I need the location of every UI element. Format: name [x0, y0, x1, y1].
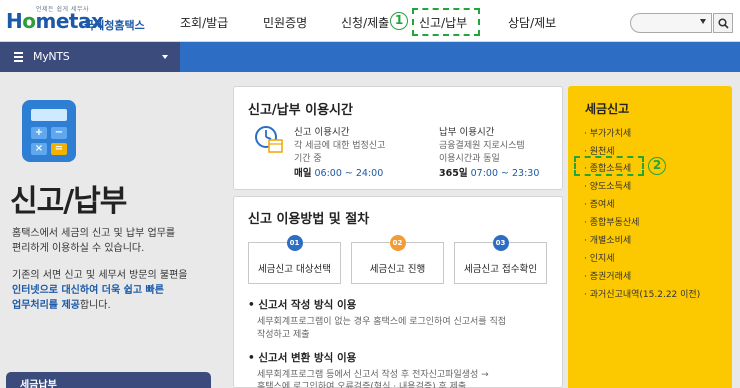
- link-income-tax[interactable]: · 종합소득세: [584, 161, 631, 174]
- tax-payment-menu[interactable]: 세금납부: [6, 372, 211, 388]
- tax-report-title: 세금신고: [585, 102, 630, 116]
- chevron-down-icon[interactable]: [700, 19, 706, 24]
- step-2-label: 세금신고 진행: [369, 264, 426, 275]
- nav-application[interactable]: 신청/제출: [341, 14, 389, 31]
- link-comprehensive-real-estate-tax[interactable]: · 종합부동산세: [584, 215, 639, 228]
- link-stamp-tax[interactable]: · 인지세: [584, 251, 615, 264]
- logo-subtitle: 국세청홈택스: [84, 19, 145, 32]
- intro-text-line-5: 업무처리를 제공합니다.: [12, 300, 111, 311]
- search-icon: [718, 18, 729, 29]
- mynts-menu[interactable]: MyNTS: [0, 42, 180, 72]
- blue-banner: [180, 42, 740, 72]
- method-1-title: • 신고서 작성 방식 이용: [248, 299, 357, 311]
- nav-inquiry[interactable]: 조회/발급: [180, 14, 228, 31]
- annotation-marker-1: 1: [390, 12, 408, 30]
- step-2-number: 02: [389, 235, 406, 251]
- link-gift-tax[interactable]: · 증여세: [584, 197, 615, 210]
- tax-payment-label: 세금납부: [20, 380, 57, 388]
- nav-certificates[interactable]: 민원증명: [263, 14, 307, 31]
- link-individual-consumption-tax[interactable]: · 개별소비세: [584, 233, 631, 246]
- calculator-icon: + − × =: [22, 100, 76, 162]
- payment-time-desc-1: 금융결제원 지로시스템: [439, 141, 525, 151]
- usage-time-title: 신고/납부 이용시간: [248, 103, 353, 118]
- payment-time-schedule: 365일 07:00 ~ 23:30: [439, 168, 540, 179]
- method-1-desc-1: 세무회계프로그램이 없는 경우 홈택스에 로그인하여 신고서를 직접: [257, 317, 507, 327]
- page-title: 신고/납부: [10, 184, 127, 219]
- top-navigation: 언제든 쉽게 세무사 Hometax 국세청홈택스 조회/발급 민원증명 신청/…: [0, 0, 740, 42]
- method-2-desc-2: 홈택스에 로그인하여 오류검증(형식 · 내용검증) 후 제출: [257, 382, 467, 388]
- method-2-title: • 신고서 변환 방식 이용: [248, 352, 357, 364]
- mynts-bar: MyNTS: [0, 42, 740, 72]
- annotation-marker-2: 2: [648, 157, 666, 175]
- step-2-box[interactable]: 02 세금신고 진행: [351, 235, 444, 284]
- method-1-desc-2: 작성하고 제출: [257, 330, 310, 340]
- link-vat[interactable]: · 부가가치세: [584, 126, 631, 139]
- intro-text-line-1: 홈택스에서 세금의 신고 및 납부 업무를: [12, 228, 176, 239]
- link-past-report-history[interactable]: · 과거신고내역(15.2.22 이전): [584, 287, 700, 300]
- step-1-number: 01: [286, 235, 303, 251]
- procedure-title: 신고 이용방법 및 절차: [248, 212, 370, 227]
- payment-time-label: 납부 이용시간: [439, 127, 495, 138]
- step-3-box[interactable]: 03 세금신고 접수확인: [454, 235, 547, 284]
- step-1-label: 세금신고 대상선택: [258, 264, 331, 275]
- chevron-down-icon[interactable]: [162, 55, 168, 59]
- nav-consultation[interactable]: 상담/제보: [508, 14, 556, 31]
- link-securities-transaction-tax[interactable]: · 증권거래세: [584, 269, 631, 282]
- nav-report-payment[interactable]: 신고/납부: [419, 14, 467, 31]
- step-3-number: 03: [492, 235, 509, 251]
- hometax-logo[interactable]: 언제든 쉽게 세무사 Hometax 국세청홈택스: [6, 4, 146, 38]
- intro-text-line-3: 기존의 서면 신고 및 세무서 방문의 불편을: [12, 270, 188, 281]
- report-time-desc-1: 각 세금에 대한 법정신고: [294, 141, 386, 151]
- mynts-label: MyNTS: [33, 50, 70, 63]
- report-time-schedule: 매일 06:00 ~ 24:00: [294, 168, 384, 179]
- intro-text-highlight: 인터넷으로 대신하여 더욱 쉽고 빠른: [12, 285, 164, 296]
- report-time-label: 신고 이용시간: [294, 127, 350, 138]
- link-capital-gains-tax[interactable]: · 양도소득세: [584, 179, 631, 192]
- intro-text-line-2: 편리하게 이용하실 수 있습니다.: [12, 243, 145, 254]
- payment-time-desc-2: 이용시간과 동일: [439, 154, 500, 164]
- report-time-desc-2: 기간 중: [294, 154, 322, 164]
- step-3-label: 세금신고 접수확인: [464, 264, 537, 275]
- clock-calendar-icon: [255, 126, 283, 153]
- menu-icon[interactable]: [14, 52, 23, 62]
- step-1-box[interactable]: 01 세금신고 대상선택: [248, 235, 341, 284]
- search-button[interactable]: [713, 13, 733, 33]
